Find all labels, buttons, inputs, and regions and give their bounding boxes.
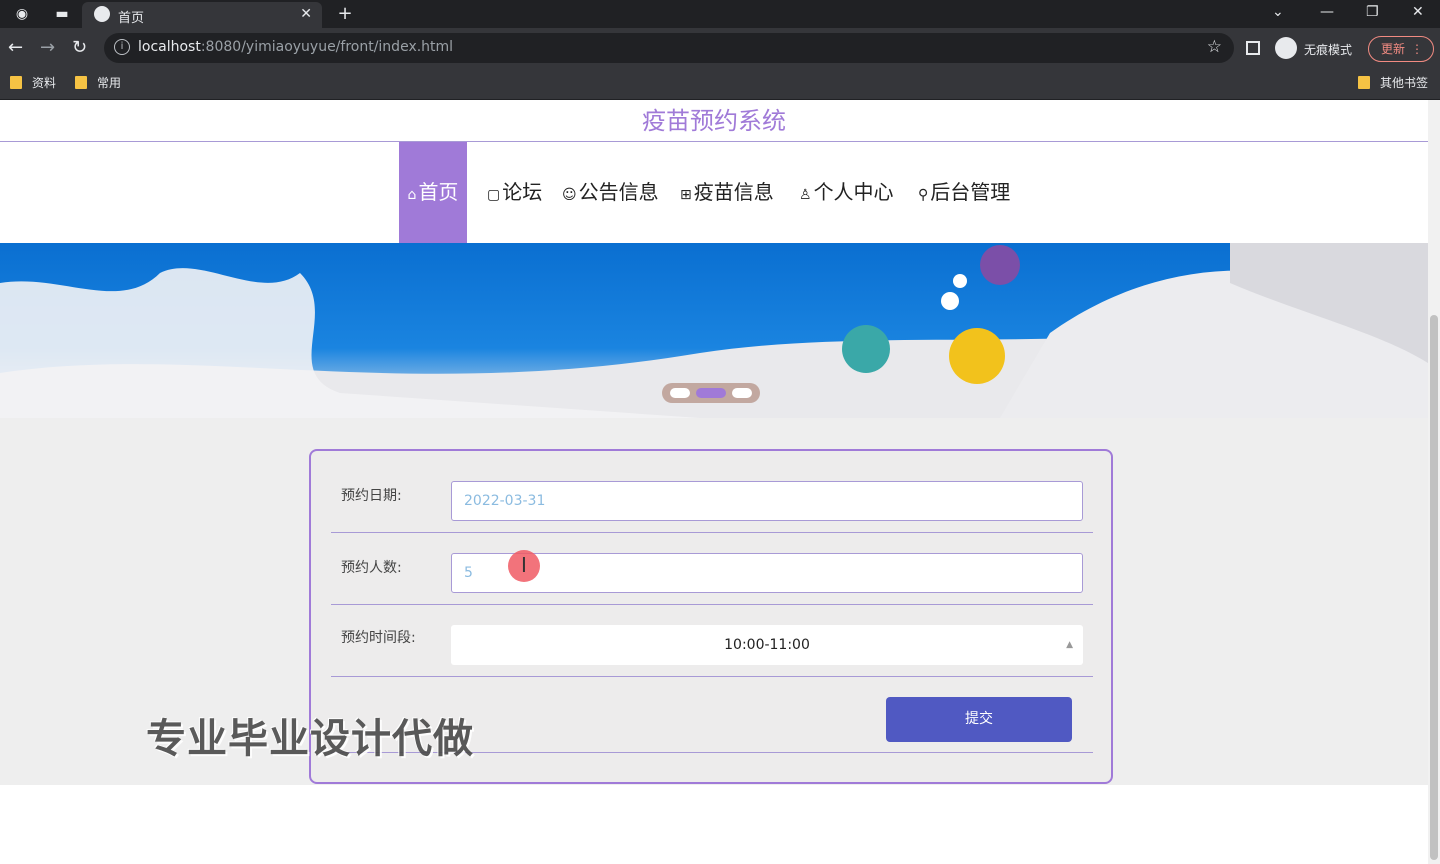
url-text: localhost:8080/yimiaoyuyue/front/index.h… bbox=[138, 39, 454, 55]
announcement-icon: ☺ bbox=[562, 187, 577, 203]
banner-carousel bbox=[0, 243, 1428, 418]
date-label: 预约日期: bbox=[341, 488, 402, 504]
slot-label: 预约时间段: bbox=[341, 630, 416, 646]
other-bookmarks[interactable]: 其他书签 bbox=[1358, 75, 1428, 91]
carousel-dot-active[interactable] bbox=[696, 388, 726, 398]
count-input[interactable]: 5 bbox=[451, 553, 1083, 593]
forward-icon[interactable]: → bbox=[40, 36, 55, 60]
text-cursor-icon: I bbox=[521, 553, 527, 577]
main-nav: ⌂ 首页 ▢ 论坛 ☺ 公告信息 ⊞ 疫苗信息 ♙ 个人中心 ⚲ 后台管理 bbox=[0, 142, 1428, 243]
home-icon: ⌂ bbox=[407, 187, 417, 203]
tab-favicon-icon bbox=[94, 6, 110, 22]
minimize-icon[interactable]: — bbox=[1320, 0, 1334, 24]
tab-search-icon[interactable]: ▬ bbox=[50, 0, 74, 28]
window-close-icon[interactable]: ✕ bbox=[1412, 0, 1424, 24]
link-icon: ⚲ bbox=[918, 187, 929, 203]
bookmark-folder-2[interactable]: 常用 bbox=[75, 75, 121, 91]
slot-row: 预约时间段: 10:00-11:00 ▲ bbox=[331, 605, 1093, 677]
scrollbar-thumb[interactable] bbox=[1430, 315, 1438, 860]
count-label: 预约人数: bbox=[341, 560, 402, 576]
site-info-icon[interactable]: i bbox=[114, 39, 130, 55]
nav-forum[interactable]: ▢ 论坛 bbox=[487, 142, 542, 243]
reload-icon[interactable]: ↻ bbox=[72, 36, 87, 60]
watermark: 专业毕业设计代做 bbox=[146, 716, 474, 762]
site-title: 疫苗预约系统 bbox=[0, 100, 1428, 142]
nav-profile[interactable]: ♙ 个人中心 bbox=[799, 142, 894, 243]
user-icon: ♙ bbox=[799, 187, 812, 203]
nav-admin[interactable]: ⚲ 后台管理 bbox=[918, 142, 1010, 243]
side-panel-icon[interactable] bbox=[1246, 41, 1260, 55]
nav-announcements[interactable]: ☺ 公告信息 bbox=[562, 142, 659, 243]
count-row: 预约人数: 5 bbox=[331, 533, 1093, 605]
browser-tab[interactable]: 首页 ✕ bbox=[82, 2, 322, 28]
folder-icon bbox=[1358, 76, 1370, 89]
update-button[interactable]: 更新 ⋮ bbox=[1368, 36, 1434, 62]
tab-title: 首页 bbox=[118, 11, 145, 26]
incognito-label: 无痕模式 bbox=[1304, 43, 1353, 57]
page-scrollbar[interactable] bbox=[1428, 100, 1440, 864]
new-tab-icon[interactable]: + bbox=[333, 0, 357, 28]
date-input[interactable]: 2022-03-31 bbox=[451, 481, 1083, 521]
url-field[interactable]: i localhost:8080/yimiaoyuyue/front/index… bbox=[104, 33, 1234, 63]
vaccine-icon: ⊞ bbox=[680, 187, 692, 203]
submit-button[interactable]: 提交 bbox=[886, 697, 1072, 742]
forum-icon: ▢ bbox=[487, 187, 501, 203]
restore-icon[interactable]: ❐ bbox=[1366, 0, 1379, 24]
tab-list-chevron-icon[interactable]: ⌄ bbox=[1272, 0, 1284, 24]
nav-vaccine-info[interactable]: ⊞ 疫苗信息 bbox=[680, 142, 774, 243]
incognito-icon bbox=[1275, 37, 1297, 59]
date-row: 预约日期: 2022-03-31 bbox=[331, 451, 1093, 533]
nav-home[interactable]: ⌂ 首页 bbox=[399, 142, 467, 243]
close-tab-icon[interactable]: ✕ bbox=[300, 6, 312, 22]
folder-icon bbox=[75, 76, 87, 89]
browser-tab-bar: ◉ ▬ 首页 ✕ + ⌄ — ❐ ✕ bbox=[0, 0, 1440, 28]
back-icon[interactable]: ← bbox=[8, 36, 23, 60]
caret-up-icon: ▲ bbox=[1066, 640, 1073, 650]
bookmark-folder-1[interactable]: 资料 bbox=[10, 75, 56, 91]
address-bar: ← → ↻ i localhost:8080/yimiaoyuyue/front… bbox=[0, 28, 1440, 68]
carousel-indicators bbox=[662, 383, 760, 403]
folder-icon bbox=[10, 76, 22, 89]
carousel-dot[interactable] bbox=[670, 388, 690, 398]
carousel-dot[interactable] bbox=[732, 388, 752, 398]
bookmarks-bar: 资料 常用 其他书签 bbox=[0, 68, 1440, 100]
bookmark-star-icon[interactable]: ☆ bbox=[1207, 37, 1222, 57]
menu-dots-icon[interactable]: ⋮ bbox=[1411, 37, 1423, 61]
globe-icon[interactable]: ◉ bbox=[10, 0, 34, 28]
slot-select[interactable]: 10:00-11:00 ▲ bbox=[451, 625, 1083, 665]
